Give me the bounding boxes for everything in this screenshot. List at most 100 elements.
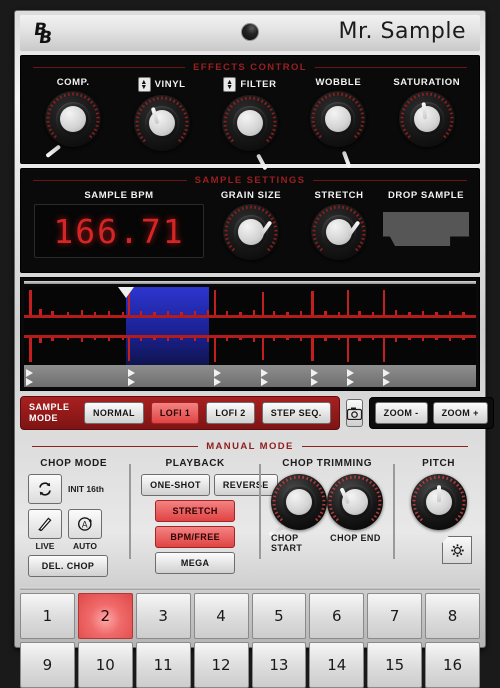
zoom-out-button[interactable]: ZOOM - [375, 402, 428, 424]
rule-left [32, 446, 198, 447]
sample-mode-lofi1-button[interactable]: LOFI 1 [151, 402, 199, 424]
knob-pointer [437, 485, 441, 502]
rule-left [33, 180, 187, 181]
loop-chop-button[interactable] [28, 474, 62, 504]
sample-mode-stepseq-button[interactable]: STEP SEQ. [262, 402, 331, 424]
pad-5[interactable]: 5 [252, 593, 307, 639]
set-stretch-text: STRETCH [314, 190, 363, 201]
knob[interactable] [411, 474, 467, 530]
playback-bpmfree-button[interactable]: BPM/FREE [155, 526, 235, 548]
rule-left [33, 67, 185, 68]
chop-marker[interactable] [26, 369, 33, 377]
spinner-stepper[interactable]: ▲▼ [223, 77, 236, 92]
chop-marker[interactable] [214, 378, 221, 386]
fx-comp-cell: COMP. [29, 77, 117, 151]
divider-2 [259, 464, 261, 559]
live-chop-button[interactable] [28, 509, 62, 539]
chop-marker[interactable] [26, 378, 33, 386]
chop-marker[interactable] [383, 369, 390, 377]
pad-6[interactable]: 6 [309, 593, 364, 639]
knob[interactable] [45, 91, 101, 147]
knob-inner [414, 106, 440, 132]
zoom-in-button[interactable]: ZOOM + [433, 402, 488, 424]
sample-mode-row: SAMPLE MODE NORMALLOFI 1LOFI 2STEP SEQ. … [20, 396, 480, 430]
drop-sample-cell[interactable]: DROP SAMPLE [383, 190, 469, 246]
chop-marker[interactable] [214, 369, 221, 377]
fx-wobble-text: WOBBLE [315, 77, 361, 88]
camera-icon [347, 407, 362, 420]
playhead-marker[interactable] [118, 287, 134, 298]
waveform-top-rule [24, 281, 476, 284]
title-bar: BB Mr. Sample [20, 15, 480, 51]
pad-4[interactable]: 4 [194, 593, 249, 639]
settings-grid: SAMPLE BPM 166.71 GRAIN SIZESTRETCH DROP… [21, 188, 479, 268]
knob[interactable] [271, 474, 327, 530]
pad-9[interactable]: 9 [20, 642, 75, 688]
knob-inner [60, 106, 86, 132]
manual-section-header: MANUAL MODE [20, 435, 480, 454]
caption-line-2: MODE [29, 413, 58, 423]
knob[interactable] [399, 91, 455, 147]
chop-end-label: CHOP END [330, 533, 381, 543]
pad-11[interactable]: 11 [136, 642, 191, 688]
chop-marker[interactable] [311, 369, 318, 377]
chop-start-cell: CHOP START [271, 474, 328, 553]
chevron-down-icon: ▼ [140, 85, 148, 90]
knob[interactable] [310, 91, 366, 147]
waveform-peak [347, 290, 349, 317]
pad-15[interactable]: 15 [367, 642, 422, 688]
chop-start-label: CHOP START [271, 533, 328, 553]
playback-stretch-button[interactable]: STRETCH [155, 500, 235, 522]
playback-mega-button[interactable]: MEGA [155, 552, 235, 574]
auto-chop-button[interactable]: A [68, 509, 102, 539]
settings-button[interactable] [442, 536, 472, 564]
sample-mode-lofi2-button[interactable]: LOFI 2 [206, 402, 254, 424]
manual-mode-panel: MANUAL MODE CHOP MODE INIT 16th [20, 435, 480, 583]
snapshot-button[interactable] [346, 399, 363, 427]
bpm-display[interactable]: 166.71 [34, 204, 204, 258]
fx-vinyl-cell: ▲▼VINYL [118, 77, 206, 151]
waveform-peak [262, 335, 264, 360]
waveform-selection[interactable] [126, 287, 210, 365]
pad-14[interactable]: 14 [309, 642, 364, 688]
pad-3[interactable]: 3 [136, 593, 191, 639]
chop-marker-strip[interactable] [24, 365, 476, 387]
pad-7[interactable]: 7 [367, 593, 422, 639]
chop-marker[interactable] [128, 369, 135, 377]
chop-marker[interactable] [383, 378, 390, 386]
knob[interactable] [327, 474, 383, 530]
knob[interactable] [223, 204, 279, 260]
pad-16[interactable]: 16 [425, 642, 480, 688]
app-title: Mr. Sample [339, 19, 466, 44]
sample-bpm-block: SAMPLE BPM 166.71 [31, 190, 207, 258]
chop-marker[interactable] [347, 378, 354, 386]
pad-12[interactable]: 12 [194, 642, 249, 688]
sample-mode-normal-button[interactable]: NORMAL [84, 402, 144, 424]
auto-label: AUTO [68, 541, 102, 551]
waveform-peak [214, 290, 216, 317]
knob[interactable] [222, 95, 278, 151]
spinner-stepper[interactable]: ▲▼ [138, 77, 151, 92]
knob[interactable] [311, 204, 367, 260]
knob[interactable] [134, 95, 190, 151]
chop-marker[interactable] [347, 369, 354, 377]
chevron-down-icon: ▼ [226, 85, 234, 90]
chop-marker[interactable] [261, 369, 268, 377]
waveform-display[interactable] [24, 287, 476, 365]
set-stretch-label: STRETCH [314, 190, 363, 201]
drop-sample-target[interactable] [383, 212, 469, 246]
del-chop-button[interactable]: DEL. CHOP [28, 555, 108, 577]
chop-marker[interactable] [261, 378, 268, 386]
pad-1[interactable]: 1 [20, 593, 75, 639]
chop-marker[interactable] [128, 378, 135, 386]
sample-mode-bar: SAMPLE MODE NORMALLOFI 1LOFI 2STEP SEQ. [20, 396, 340, 430]
pad-2[interactable]: 2 [78, 593, 133, 639]
playback-reverse-button[interactable]: REVERSE [214, 474, 278, 496]
pad-10[interactable]: 10 [78, 642, 133, 688]
playback-oneshot-button[interactable]: ONE-SHOT [141, 474, 210, 496]
chop-marker[interactable] [311, 378, 318, 386]
settings-section-header: SAMPLE SETTINGS [21, 169, 479, 188]
pad-13[interactable]: 13 [252, 642, 307, 688]
pad-8[interactable]: 8 [425, 593, 480, 639]
init-length-label[interactable]: INIT 16th [68, 484, 104, 494]
